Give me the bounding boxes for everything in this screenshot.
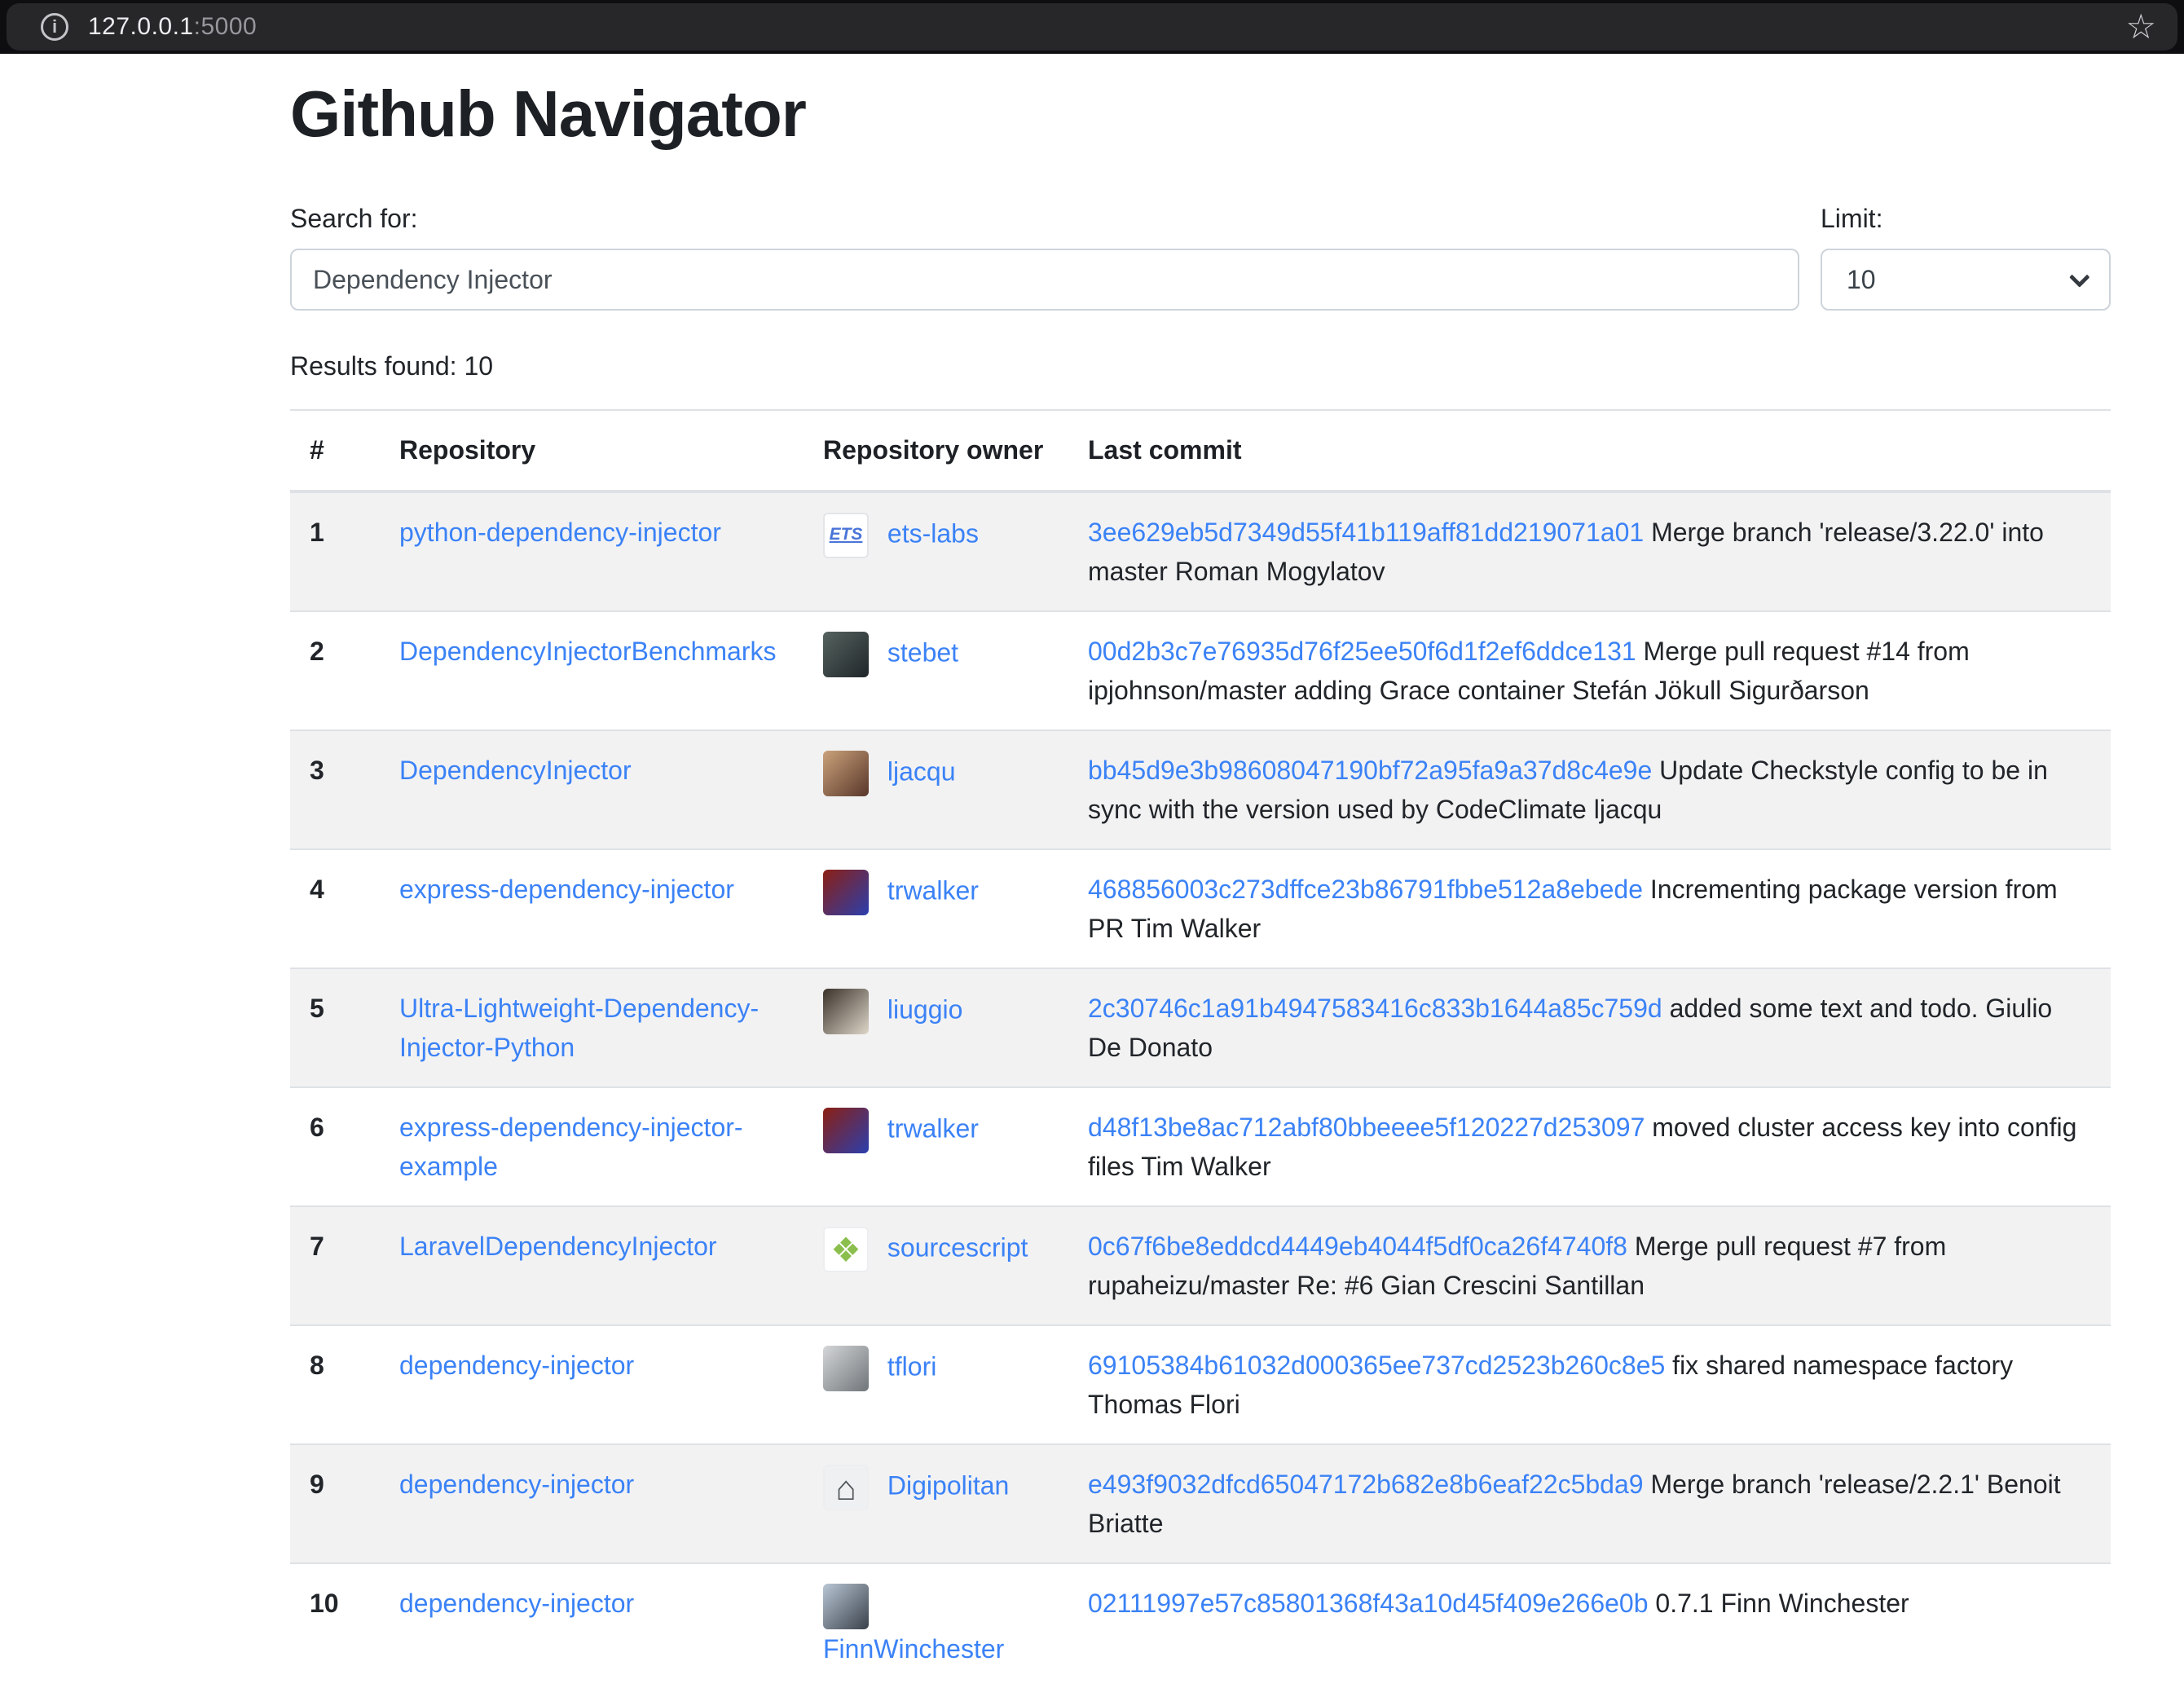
owner-avatar <box>823 1108 869 1153</box>
table-header: #RepositoryRepository ownerLast commit <box>290 410 2111 491</box>
row-number: 9 <box>290 1444 380 1563</box>
table-row: 6 express-dependency-injector-example tr… <box>290 1087 2111 1206</box>
limit-group: Limit: 10 <box>1821 204 2111 311</box>
url-text: 127.0.0.1:5000 <box>88 13 257 41</box>
row-number: 4 <box>290 849 380 968</box>
owner-link[interactable]: liuggio <box>887 994 963 1024</box>
chevron-down-icon <box>2069 267 2089 287</box>
commit-hash-link[interactable]: d48f13be8ac712abf80bbeeee5f120227d253097 <box>1088 1113 1645 1142</box>
results-table: #RepositoryRepository ownerLast commit 1… <box>290 409 2111 1688</box>
row-number: 8 <box>290 1325 380 1444</box>
owner-link[interactable]: ljacqu <box>887 756 956 786</box>
owner-link[interactable]: sourcescript <box>887 1232 1028 1262</box>
commit-hash-link[interactable]: 02111997e57c85801368f43a10d45f409e266e0b <box>1088 1589 1649 1618</box>
repo-link[interactable]: dependency-injector <box>399 1351 634 1380</box>
table-row: 4 express-dependency-injector trwalker 4… <box>290 849 2111 968</box>
table-row: 1 python-dependency-injector ETS ets-lab… <box>290 491 2111 611</box>
limit-select[interactable]: 10 <box>1821 249 2111 311</box>
repo-link[interactable]: python-dependency-injector <box>399 518 721 547</box>
row-number: 10 <box>290 1563 380 1688</box>
table-row: 3 DependencyInjector ljacqu bb45d9e3b986… <box>290 730 2111 849</box>
row-number: 1 <box>290 491 380 611</box>
browser-chrome: i 127.0.0.1:5000 ☆ <box>0 0 2184 54</box>
search-label: Search for: <box>290 204 1799 234</box>
repo-link[interactable]: LaravelDependencyInjector <box>399 1232 717 1261</box>
owner-avatar <box>823 1584 869 1629</box>
repo-link[interactable]: dependency-injector <box>399 1589 634 1618</box>
repo-link[interactable]: dependency-injector <box>399 1470 634 1499</box>
search-input[interactable] <box>290 249 1799 311</box>
owner-link[interactable]: trwalker <box>887 1113 979 1143</box>
repo-link[interactable]: express-dependency-injector-example <box>399 1113 743 1181</box>
owner-link[interactable]: FinnWinchester <box>823 1634 1004 1664</box>
commit-hash-link[interactable]: bb45d9e3b98608047190bf72a95fa9a37d8c4e9e <box>1088 756 1652 785</box>
limit-value: 10 <box>1847 265 1876 295</box>
owner-link[interactable]: stebet <box>887 637 958 667</box>
page-info-icon[interactable]: i <box>41 13 68 41</box>
table-row: 7 LaravelDependencyInjector ❖ sourcescri… <box>290 1206 2111 1325</box>
column-header: # <box>290 410 380 491</box>
table-row: 5 Ultra-Lightweight-Dependency-Injector-… <box>290 968 2111 1087</box>
row-number: 3 <box>290 730 380 849</box>
page-title: Github Navigator <box>290 77 2111 152</box>
row-number: 6 <box>290 1087 380 1206</box>
commit-hash-link[interactable]: 468856003c273dffce23b86791fbbe512a8ebede <box>1088 875 1643 904</box>
table-row: 8 dependency-injector tflori 69105384b61… <box>290 1325 2111 1444</box>
search-form: Search for: Limit: 10 <box>290 204 2111 311</box>
commit-message: 0.7.1 Finn Winchester <box>1655 1589 1909 1618</box>
url-port: :5000 <box>194 13 258 40</box>
column-header: Last commit <box>1068 410 2111 491</box>
results-count: Results found: 10 <box>290 351 2111 381</box>
owner-link[interactable]: trwalker <box>887 875 979 905</box>
page-container: Github Navigator Search for: Limit: 10 R… <box>290 77 2111 1688</box>
owner-link[interactable]: tflori <box>887 1351 936 1381</box>
column-header: Repository owner <box>804 410 1068 491</box>
url-host: 127.0.0.1 <box>88 13 194 40</box>
owner-avatar: ⌂ <box>823 1465 869 1510</box>
owner-avatar: ETS <box>823 513 869 558</box>
owner-link[interactable]: ets-labs <box>887 518 979 548</box>
commit-hash-link[interactable]: 3ee629eb5d7349d55f41b119aff81dd219071a01 <box>1088 518 1644 547</box>
column-header: Repository <box>380 410 804 491</box>
repo-link[interactable]: DependencyInjectorBenchmarks <box>399 637 776 666</box>
search-group: Search for: <box>290 204 1799 311</box>
table-row: 10 dependency-injector FinnWinchester 02… <box>290 1563 2111 1688</box>
repo-link[interactable]: express-dependency-injector <box>399 875 734 904</box>
owner-avatar <box>823 632 869 677</box>
commit-hash-link[interactable]: 2c30746c1a91b4947583416c833b1644a85c759d <box>1088 994 1662 1023</box>
owner-avatar <box>823 751 869 796</box>
owner-avatar: ❖ <box>823 1227 869 1272</box>
repo-link[interactable]: Ultra-Lightweight-Dependency-Injector-Py… <box>399 994 759 1062</box>
commit-hash-link[interactable]: 69105384b61032d000365ee737cd2523b260c8e5 <box>1088 1351 1665 1380</box>
commit-hash-link[interactable]: e493f9032dfcd65047172b682e8b6eaf22c5bda9 <box>1088 1470 1644 1499</box>
owner-avatar <box>823 870 869 915</box>
owner-avatar <box>823 1346 869 1391</box>
commit-hash-link[interactable]: 00d2b3c7e76935d76f25ee50f6d1f2ef6ddce131 <box>1088 637 1636 666</box>
row-number: 7 <box>290 1206 380 1325</box>
owner-avatar <box>823 989 869 1034</box>
owner-link[interactable]: Digipolitan <box>887 1470 1009 1500</box>
repo-link[interactable]: DependencyInjector <box>399 756 632 785</box>
limit-label: Limit: <box>1821 204 2111 234</box>
url-bar[interactable]: i 127.0.0.1:5000 ☆ <box>7 3 2177 51</box>
table-row: 2 DependencyInjectorBenchmarks stebet 00… <box>290 611 2111 730</box>
table-row: 9 dependency-injector ⌂ Digipolitan e493… <box>290 1444 2111 1563</box>
row-number: 2 <box>290 611 380 730</box>
commit-hash-link[interactable]: 0c67f6be8eddcd4449eb4044f5df0ca26f4740f8 <box>1088 1232 1627 1261</box>
bookmark-star-icon[interactable]: ☆ <box>2125 10 2156 44</box>
row-number: 5 <box>290 968 380 1087</box>
